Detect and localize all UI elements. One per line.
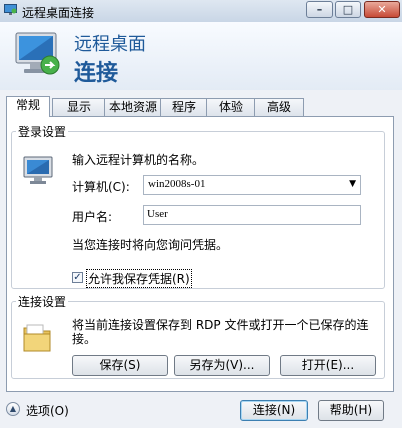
tab-experience[interactable]: 体验 xyxy=(206,98,256,116)
login-settings-group: 登录设置 输入远程计算机的名称。 计算机(C): win2008s-01 ▼ 用… xyxy=(11,123,385,289)
login-settings-legend: 登录设置 xyxy=(18,125,67,139)
title-bar[interactable]: 远程桌面连接 – □ ✕ xyxy=(0,0,402,23)
options-toggle-button[interactable]: ▲ xyxy=(6,402,20,416)
save-button[interactable]: 保存(S) xyxy=(72,355,168,376)
remote-desktop-monitor-icon xyxy=(15,32,60,75)
tab-display[interactable]: 显示 xyxy=(52,98,106,116)
maximize-button[interactable]: □ xyxy=(335,1,361,18)
username-field[interactable] xyxy=(143,205,361,225)
remote-desktop-app-icon xyxy=(4,4,17,15)
credential-note: 当您连接时将向您询问凭据。 xyxy=(72,238,229,252)
save-as-button[interactable]: 另存为(V)... xyxy=(174,355,270,376)
connection-settings-description: 将当前连接设置保存到 RDP 文件或打开一个已保存的连接。 xyxy=(72,318,369,346)
username-input[interactable] xyxy=(147,208,347,220)
open-button[interactable]: 打开(E)... xyxy=(280,355,376,376)
connect-button[interactable]: 连接(N) xyxy=(240,400,308,421)
tab-programs[interactable]: 程序 xyxy=(160,98,208,116)
computer-name-prompt: 输入远程计算机的名称。 xyxy=(72,153,205,167)
close-button[interactable]: ✕ xyxy=(364,1,400,18)
tab-advanced[interactable]: 高级 xyxy=(254,98,304,116)
rdp-window: 远程桌面连接 – □ ✕ 远程桌面 连接 常规 显示 本地资源 程序 体验 高级… xyxy=(0,0,402,428)
save-credentials-label[interactable]: 允许我保存凭据(R) xyxy=(86,269,192,288)
banner-title-line2: 连接 xyxy=(74,61,119,86)
save-credentials-checkbox[interactable]: ✓ xyxy=(72,272,83,283)
username-label: 用户名: xyxy=(72,210,113,224)
options-label[interactable]: 选项(O) xyxy=(26,402,69,419)
banner: 远程桌面 连接 xyxy=(0,22,402,90)
tab-local-resources[interactable]: 本地资源 xyxy=(104,98,162,116)
connection-settings-group: 连接设置 将当前连接设置保存到 RDP 文件或打开一个已保存的连接。 保存(S)… xyxy=(11,293,385,379)
maximize-icon: □ xyxy=(342,3,354,16)
tab-general[interactable]: 常规 xyxy=(6,96,50,117)
computer-icon xyxy=(23,156,53,184)
computer-label: 计算机(C): xyxy=(72,180,130,194)
connection-settings-legend: 连接设置 xyxy=(18,295,67,309)
dropdown-arrow-icon[interactable]: ▼ xyxy=(349,179,356,189)
general-tab-panel: 登录设置 输入远程计算机的名称。 计算机(C): win2008s-01 ▼ 用… xyxy=(6,116,394,392)
minimize-button[interactable]: – xyxy=(306,1,333,18)
chevron-up-icon: ▲ xyxy=(9,404,17,413)
computer-value: win2008s-01 xyxy=(148,178,206,190)
dialog-footer: ▲ 选项(O) 连接(N) 帮助(H) xyxy=(0,392,402,428)
computer-combobox[interactable]: win2008s-01 ▼ xyxy=(143,175,361,195)
minimize-icon: – xyxy=(316,3,323,16)
folder-icon xyxy=(23,324,51,352)
help-button[interactable]: 帮助(H) xyxy=(318,400,384,421)
close-icon: ✕ xyxy=(377,3,387,16)
window-title: 远程桌面连接 xyxy=(22,6,95,20)
banner-title-line1: 远程桌面 xyxy=(74,34,146,55)
